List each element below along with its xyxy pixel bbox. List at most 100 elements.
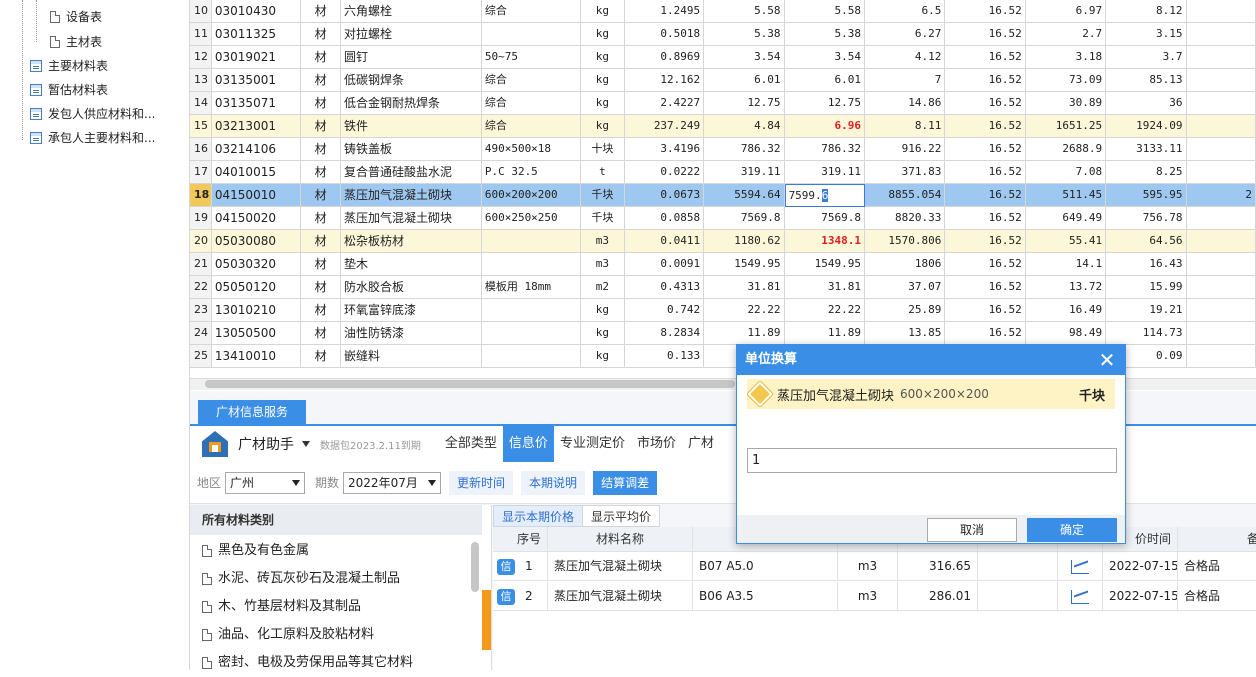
tax-amount-cell[interactable]: 3.15	[1106, 23, 1187, 46]
code-cell[interactable]: 03010430	[211, 0, 302, 23]
tax-amount-cell[interactable]: 15.99	[1106, 276, 1187, 299]
market-price-cell[interactable]: 7599.6	[784, 184, 865, 207]
collapse-handle[interactable]	[482, 590, 491, 650]
market-price-cell[interactable]: 22.22	[784, 299, 865, 322]
tax-price-cell[interactable]: 371.83	[864, 161, 946, 184]
amount-cell[interactable]: 7.08	[1025, 161, 1107, 184]
code-cell[interactable]: 03011325	[211, 23, 302, 46]
price-cell[interactable]: 7569.8	[704, 207, 785, 230]
row-number-cell[interactable]: 15	[190, 115, 212, 138]
market-price-cell[interactable]: 7569.8	[784, 207, 865, 230]
material-name-cell[interactable]: 铁件	[340, 115, 482, 138]
rate-cell[interactable]: 16.52	[945, 115, 1026, 138]
price-cell[interactable]: 1180.62	[704, 230, 785, 253]
table-row[interactable]: 14 03135071 材低合金钢耐热焊条 综合 kg 2.4227 12.75 12.75 1…	[190, 92, 1256, 115]
extra-cell[interactable]	[1186, 230, 1256, 253]
code-cell[interactable]: 03135071	[211, 92, 302, 115]
quantity-cell[interactable]: 0.0091	[624, 253, 705, 276]
type-cell[interactable]: 材	[301, 161, 341, 184]
row-number-cell[interactable]: 18	[190, 184, 212, 207]
quantity-cell[interactable]: 0.4313	[624, 276, 705, 299]
material-name-cell[interactable]: 嵌缝料	[340, 345, 482, 368]
tax-amount-cell[interactable]: 16.43	[1106, 253, 1187, 276]
table-row[interactable]: 15 03213001 材铁件 综合 kg 237.249 4.84 6.96 8.11 16.5…	[190, 115, 1256, 138]
extra-cell[interactable]	[1186, 322, 1256, 345]
code-cell[interactable]: 03213001	[211, 115, 302, 138]
tree-item-estimated-materials[interactable]: 暂估材料表	[30, 79, 108, 101]
quantity-cell[interactable]: 0.5018	[624, 23, 705, 46]
tax-price-cell[interactable]: 7	[864, 69, 946, 92]
market-price-cell[interactable]: 31.81	[784, 276, 865, 299]
rate-cell[interactable]: 16.52	[945, 184, 1026, 207]
amount-cell[interactable]: 3.18	[1025, 46, 1107, 69]
extra-cell[interactable]	[1186, 207, 1256, 230]
unit-cell[interactable]: kg	[581, 0, 625, 23]
type-cell[interactable]: 材	[301, 184, 341, 207]
tax-price-cell[interactable]: 13.85	[864, 322, 946, 345]
extra-cell[interactable]	[1186, 0, 1256, 23]
spec-cell[interactable]: 综合	[481, 92, 582, 115]
confirm-button[interactable]: 确定	[1027, 518, 1117, 542]
amount-cell[interactable]: 6.97	[1025, 0, 1107, 23]
extra-cell[interactable]	[1186, 276, 1256, 299]
category-scroll-thumb[interactable]	[471, 542, 479, 592]
price-cell[interactable]: 11.89	[704, 322, 785, 345]
row-number-cell[interactable]: 25	[190, 345, 212, 368]
price-cell[interactable]: 786.32	[704, 138, 785, 161]
category-item[interactable]: 水泥、砖瓦灰砂石及混凝土制品	[202, 565, 400, 593]
rate-cell[interactable]: 16.52	[945, 92, 1026, 115]
type-cell[interactable]: 材	[301, 207, 341, 230]
unit-cell[interactable]: kg	[581, 322, 625, 345]
row-number-cell[interactable]: 21	[190, 253, 212, 276]
price-cell[interactable]: 1549.95	[704, 253, 785, 276]
material-name-cell[interactable]: 松杂板枋材	[340, 230, 482, 253]
code-cell[interactable]: 03135001	[211, 69, 302, 92]
spec-cell[interactable]	[481, 322, 582, 345]
market-price-cell[interactable]: 11.89	[784, 322, 865, 345]
unit-cell[interactable]: kg	[581, 345, 625, 368]
extra-cell[interactable]	[1186, 46, 1256, 69]
quantity-cell[interactable]: 0.0858	[624, 207, 705, 230]
tax-amount-cell[interactable]: 1924.09	[1106, 115, 1187, 138]
table-row[interactable]: 16 03214106 材铸铁盖板 490×500×18 十块 3.4196 786.32 7…	[190, 138, 1256, 161]
row-number-cell[interactable]: 14	[190, 92, 212, 115]
category-item[interactable]: 油品、化工原料及胶粘材料	[202, 621, 374, 649]
amount-cell[interactable]: 55.41	[1025, 230, 1107, 253]
tax-amount-cell[interactable]: 64.56	[1106, 230, 1187, 253]
tax-price-cell[interactable]: 25.89	[864, 299, 946, 322]
rate-cell[interactable]: 16.52	[945, 299, 1026, 322]
code-cell[interactable]: 03214106	[211, 138, 302, 161]
row-number-cell[interactable]: 19	[190, 207, 212, 230]
market-price-cell[interactable]: 1549.95	[784, 253, 865, 276]
extra-cell[interactable]	[1186, 69, 1256, 92]
table-row[interactable]: 10 03010430 材六角螺栓 综合 kg 1.2495 5.58 5.58 6.5 16.5…	[190, 0, 1256, 23]
row-number-cell[interactable]: 13	[190, 69, 212, 92]
row-number-cell[interactable]: 23	[190, 299, 212, 322]
tab-average-price[interactable]: 显示平均价	[582, 505, 661, 527]
rate-cell[interactable]: 16.52	[945, 322, 1026, 345]
tax-price-cell[interactable]: 8855.054	[864, 184, 946, 207]
code-cell[interactable]: 04010015	[211, 161, 302, 184]
unit-cell[interactable]: kg	[581, 69, 625, 92]
quantity-cell[interactable]: 1.2495	[624, 0, 705, 23]
spec-cell[interactable]: 综合	[481, 115, 582, 138]
spec-cell[interactable]: 综合	[481, 0, 582, 23]
tab-current-price[interactable]: 显示本期价格	[493, 505, 584, 527]
period-select[interactable]: 2022年07月	[343, 471, 442, 494]
unit-cell[interactable]: m2	[581, 276, 625, 299]
rate-cell[interactable]: 16.52	[945, 0, 1026, 23]
spec-cell[interactable]: 模板用 18mm	[481, 276, 582, 299]
row-number-cell[interactable]: 11	[190, 23, 212, 46]
row-number-cell[interactable]: 12	[190, 46, 212, 69]
type-cell[interactable]: 材	[301, 276, 341, 299]
rate-cell[interactable]: 16.52	[945, 276, 1026, 299]
conversion-input[interactable]: 1	[747, 448, 1117, 473]
material-name-cell[interactable]: 铸铁盖板	[340, 138, 482, 161]
table-row[interactable]: 信1 蒸压加气混凝土砌块 B07 A5.0 m3 316.65 2022-07-…	[493, 552, 1256, 581]
trend-cell[interactable]	[1058, 582, 1103, 611]
extra-cell[interactable]	[1186, 115, 1256, 138]
amount-cell[interactable]: 30.89	[1025, 92, 1107, 115]
period-note-button[interactable]: 本期说明	[521, 470, 586, 495]
tax-price-cell[interactable]: 6.5	[864, 0, 946, 23]
extra-cell[interactable]	[1186, 92, 1256, 115]
